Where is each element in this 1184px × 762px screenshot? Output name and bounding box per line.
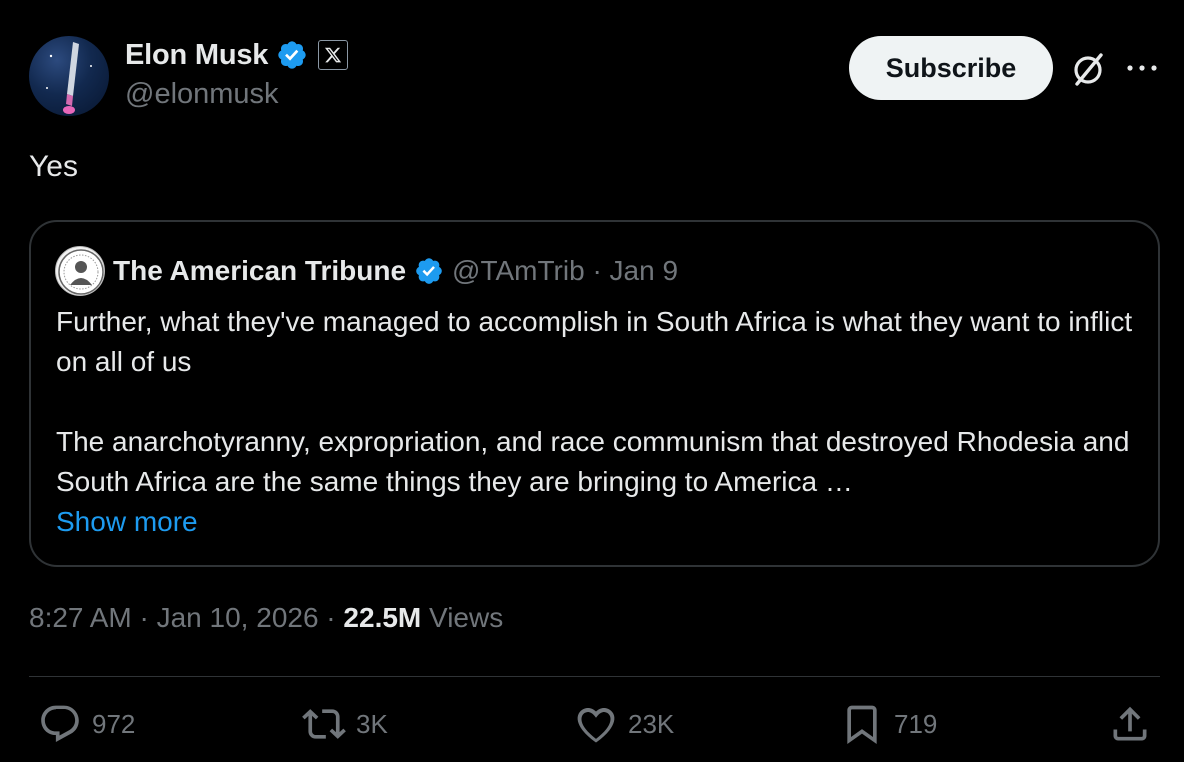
quoted-paragraph: Further, what they've managed to accompl…	[56, 306, 1133, 377]
like-button[interactable]: 23K	[574, 702, 674, 746]
repost-icon	[302, 709, 346, 739]
bookmark-count: 719	[894, 708, 938, 739]
verified-badge-icon[interactable]	[276, 39, 308, 71]
bookmark-icon	[847, 705, 877, 745]
author-handle[interactable]: @elonmusk	[125, 78, 279, 111]
repost-count: 3K	[356, 708, 388, 739]
show-more-link[interactable]: Show more	[56, 502, 1146, 542]
quoted-header: The American Tribune @TAmTrib · Jan 9	[113, 250, 678, 292]
tweet-meta: 8:27 AM · Jan 10, 2026 · 22.5M Views	[29, 602, 503, 634]
quoted-handle-date: @TAmTrib · Jan 9	[452, 255, 679, 286]
like-icon	[577, 707, 615, 743]
author-avatar[interactable]	[29, 36, 109, 116]
tweet-text: Yes	[29, 150, 78, 183]
share-icon	[1113, 706, 1147, 741]
x-logo-icon	[325, 47, 342, 63]
tweet-timestamp[interactable]: 8:27 AM · Jan 10, 2026 ·	[29, 602, 343, 633]
bookmark-button[interactable]: 719	[840, 702, 937, 746]
quoted-author-name[interactable]: The American Tribune	[113, 255, 406, 287]
tribune-logo-icon	[58, 249, 104, 295]
reply-icon	[41, 705, 79, 743]
more-icon[interactable]	[1124, 58, 1160, 78]
divider	[29, 676, 1160, 677]
subscribe-button[interactable]: Subscribe	[849, 36, 1053, 100]
like-count: 23K	[628, 708, 675, 739]
quoted-tweet[interactable]: The American Tribune @TAmTrib · Jan 9 Fu…	[29, 220, 1160, 567]
rocket-avatar-image	[46, 42, 92, 114]
verified-badge-icon[interactable]	[414, 256, 444, 286]
repost-button[interactable]: 3K	[302, 702, 388, 746]
quoted-author-avatar[interactable]	[55, 246, 105, 296]
share-button[interactable]	[1108, 702, 1152, 746]
author-name-row: Elon Musk	[125, 36, 349, 74]
views-count: 22.5M	[343, 602, 422, 633]
quoted-paragraph: The anarchotyranny, expropriation, and r…	[56, 426, 1130, 497]
reply-count: 972	[92, 708, 136, 739]
views-label: Views	[421, 602, 504, 633]
reply-button[interactable]: 972	[38, 702, 135, 746]
grok-icon[interactable]	[1068, 50, 1108, 90]
quoted-body: Further, what they've managed to accompl…	[56, 302, 1146, 542]
author-name[interactable]: Elon Musk	[125, 39, 268, 72]
x-affiliate-icon[interactable]	[318, 40, 349, 70]
